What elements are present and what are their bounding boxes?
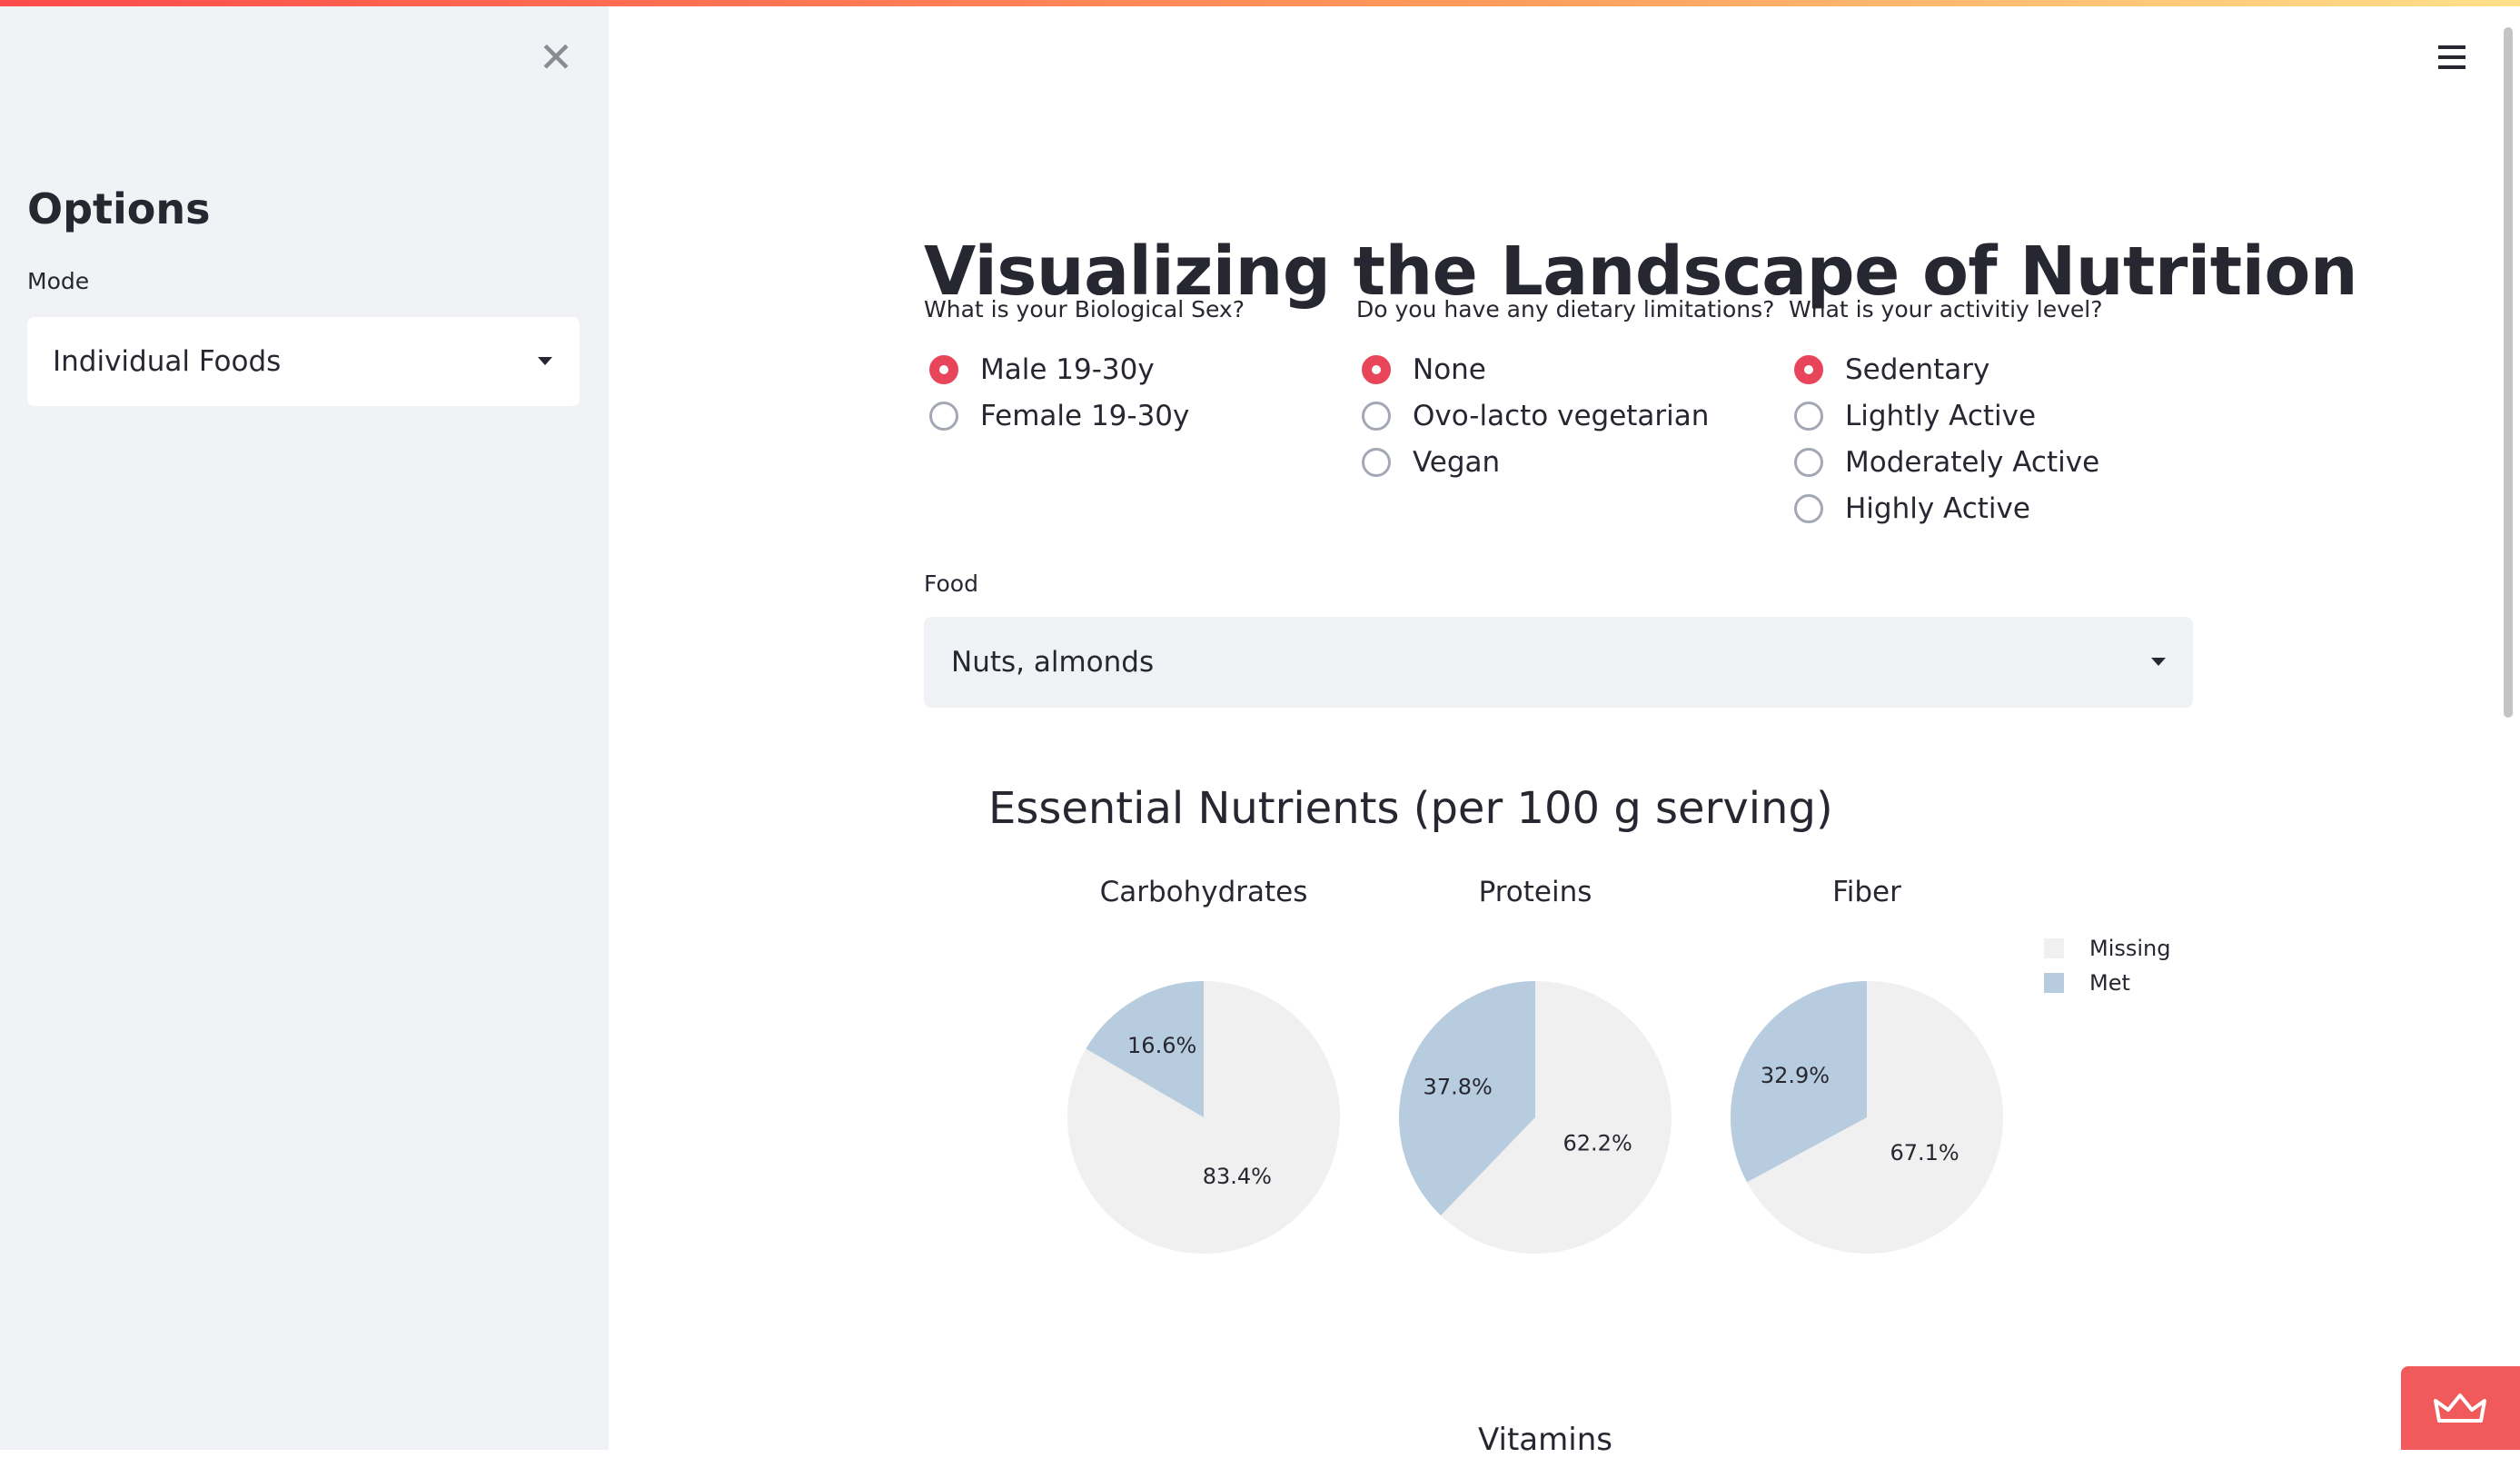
- food-select[interactable]: Nuts, almonds: [924, 617, 2193, 708]
- activity-option-label: Lightly Active: [1845, 399, 2037, 432]
- streamlit-badge[interactable]: [2401, 1366, 2520, 1450]
- legend-swatch-missing: [2044, 938, 2064, 958]
- sidebar: ✕ Options Mode Individual Foods: [0, 6, 609, 1450]
- radio-button[interactable]: [1362, 447, 1391, 477]
- data-label-met: 37.8%: [1424, 1075, 1493, 1100]
- legend-item-met: Met: [2044, 966, 2171, 1000]
- diet-option[interactable]: Vegan: [1356, 439, 1774, 485]
- diet-radio-group: Do you have any dietary limitations? Non…: [1356, 296, 1774, 485]
- sex-option[interactable]: Female 19-30y: [924, 392, 1245, 439]
- radio-button[interactable]: [1794, 401, 1823, 431]
- food-select-value: Nuts, almonds: [951, 646, 1155, 679]
- close-icon: ✕: [538, 33, 574, 82]
- activity-option[interactable]: Lightly Active: [1789, 392, 2102, 439]
- diet-option[interactable]: None: [1356, 346, 1774, 392]
- hamburger-menu-icon-bar: [2438, 65, 2465, 69]
- activity-option[interactable]: Highly Active: [1789, 485, 2102, 531]
- mode-select[interactable]: Individual Foods: [27, 317, 580, 406]
- diet-question: Do you have any dietary limitations?: [1356, 296, 1775, 322]
- data-label-missing: 62.2%: [1563, 1131, 1632, 1156]
- section-title-vitamins: Vitamins: [1478, 1422, 1612, 1458]
- chevron-down-icon: [2151, 658, 2166, 666]
- legend-label-missing: Missing: [2089, 936, 2171, 961]
- page-scrollbar[interactable]: [2504, 27, 2513, 718]
- diet-option[interactable]: Ovo-lacto vegetarian: [1356, 392, 1774, 439]
- activity-radio-group: What is your activitiy level? Sedentary L…: [1789, 296, 2102, 531]
- activity-option-label: Moderately Active: [1845, 445, 2100, 479]
- radio-button[interactable]: [1794, 354, 1823, 384]
- data-label-missing: 83.4%: [1203, 1164, 1272, 1189]
- hamburger-menu-icon: [2438, 45, 2465, 49]
- data-label-missing: 67.1%: [1890, 1140, 1959, 1165]
- close-sidebar-button[interactable]: ✕: [532, 34, 580, 81]
- legend-item-missing: Missing: [2044, 931, 2171, 966]
- data-label-met: 32.9%: [1761, 1063, 1830, 1088]
- food-label: Food: [924, 570, 978, 597]
- hamburger-menu-icon-bar: [2438, 55, 2465, 59]
- top-decoration-bar: [0, 0, 2520, 6]
- sex-radio-group: What is your Biological Sex? Male 19-30y…: [924, 296, 1245, 439]
- main-menu-button[interactable]: [2435, 40, 2471, 76]
- pie-title: Carbohydrates: [1099, 876, 1308, 908]
- sex-option-label: Female 19-30y: [980, 399, 1190, 432]
- sidebar-title: Options: [27, 184, 211, 233]
- sex-question: What is your Biological Sex?: [924, 296, 1245, 322]
- diet-option-label: Ovo-lacto vegetarian: [1413, 399, 1710, 432]
- chevron-down-icon: [538, 357, 552, 365]
- legend-label-met: Met: [2089, 970, 2130, 996]
- activity-option[interactable]: Sedentary: [1789, 346, 2102, 392]
- radio-button[interactable]: [1362, 354, 1391, 384]
- radio-button[interactable]: [929, 354, 958, 384]
- radio-button[interactable]: [1362, 401, 1391, 431]
- radio-button[interactable]: [929, 401, 958, 431]
- crown-icon: [2434, 1394, 2486, 1423]
- pie-title: Fiber: [1832, 876, 1901, 908]
- data-label-met: 16.6%: [1127, 1033, 1196, 1058]
- nutrient-pie-charts: 16.6% 83.4% 37.8% 62.2% 32.9% 67.1%: [1067, 981, 2003, 1254]
- legend-swatch-met: [2044, 973, 2064, 993]
- chart-legend: Missing Met: [2044, 931, 2171, 1000]
- mode-select-value: Individual Foods: [53, 345, 282, 378]
- activity-option-label: Sedentary: [1845, 352, 1990, 386]
- chart-title: Essential Nutrients (per 100 g serving): [988, 783, 1833, 834]
- activity-option[interactable]: Moderately Active: [1789, 439, 2102, 485]
- activity-question: What is your activitiy level?: [1789, 296, 2103, 322]
- mode-label: Mode: [27, 268, 90, 294]
- radio-button[interactable]: [1794, 493, 1823, 523]
- diet-option-label: None: [1413, 352, 1486, 386]
- activity-option-label: Highly Active: [1845, 491, 2030, 525]
- radio-button[interactable]: [1794, 447, 1823, 477]
- sex-option-label: Male 19-30y: [980, 352, 1155, 386]
- pie-title: Proteins: [1478, 876, 1592, 908]
- sex-option[interactable]: Male 19-30y: [924, 346, 1245, 392]
- diet-option-label: Vegan: [1413, 445, 1501, 479]
